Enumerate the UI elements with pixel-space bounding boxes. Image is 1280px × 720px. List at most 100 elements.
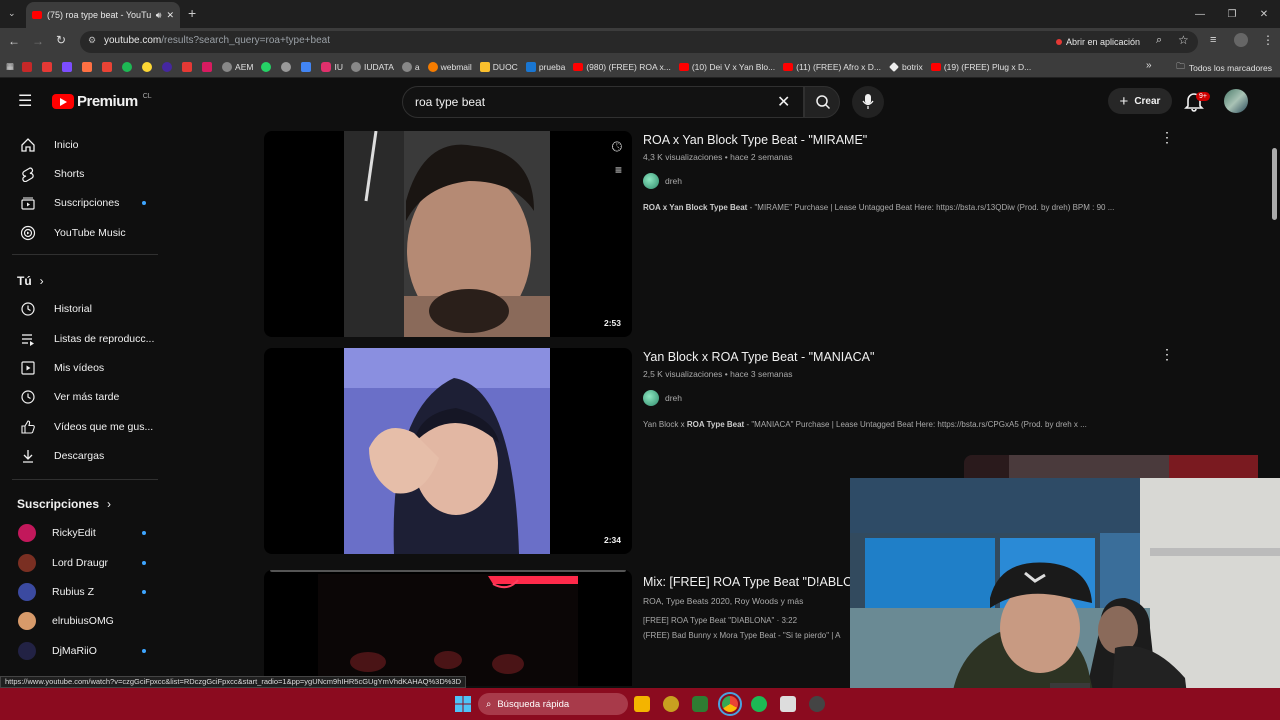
bookmark-iu[interactable]: IU	[321, 61, 343, 72]
add-to-queue-icon[interactable]: ≡	[615, 163, 622, 177]
zoom-icon[interactable]: ⌕	[1156, 34, 1162, 47]
sidebar-sub-lord-draugr[interactable]: Lord Draugr	[12, 549, 158, 577]
search-button[interactable]	[804, 86, 840, 118]
windows-start-icon[interactable]	[455, 696, 471, 712]
bookmark-iudata[interactable]: IUDATA	[350, 61, 394, 72]
sidebar-item-videos-me-gustan[interactable]: Vídeos que me gus...	[12, 413, 158, 441]
mix-thumbnail[interactable]	[264, 570, 632, 686]
gmail-icon[interactable]	[102, 61, 113, 72]
video-title[interactable]: Yan Block x ROA Type Beat - "MANIACA"	[643, 350, 874, 364]
channel-link[interactable]: dreh	[643, 173, 682, 189]
sidebar-item-historial[interactable]: Historial	[12, 295, 158, 323]
sidebar-item-listas[interactable]: Listas de reproducc...	[12, 325, 158, 353]
bookmark-favicon-icon[interactable]	[142, 61, 153, 72]
sidebar-sub-rubius-z[interactable]: Rubius Z	[12, 578, 158, 606]
mix-item[interactable]: (FREE) Bad Bunny x Mora Type Beat - "Si …	[643, 631, 840, 640]
tab-list-icon[interactable]: ⌄	[8, 8, 16, 19]
tab-close-icon[interactable]: ✕	[166, 10, 174, 21]
spotify-icon[interactable]	[122, 61, 133, 72]
close-window-icon[interactable]: ✕	[1248, 0, 1280, 28]
browser-tab[interactable]: (75) roa type beat - YouTube 🔊︎ ✕	[26, 2, 180, 28]
reload-icon[interactable]: ↻	[56, 33, 66, 47]
address-bar[interactable]: ⚙ youtube.com/results?search_query=roa+t…	[80, 31, 1198, 53]
back-icon[interactable]: ←	[8, 34, 20, 48]
more-actions-icon[interactable]: ⋮	[1160, 347, 1174, 363]
bookmark-roa[interactable]: (980) (FREE) ROA x...	[573, 62, 671, 72]
channel-link[interactable]: dreh	[643, 390, 682, 406]
site-info-icon[interactable]: ⚙	[88, 35, 96, 46]
sidebar-sub-djmariio[interactable]: DjMaRiiO	[12, 637, 158, 665]
sidebar-item-inicio[interactable]: Inicio	[12, 131, 158, 159]
bookmark-favicon-icon[interactable]	[62, 61, 73, 72]
watch-later-icon[interactable]: 🕓︎	[612, 139, 622, 155]
sidebar-item-ver-mas-tarde[interactable]: Ver más tarde	[12, 383, 158, 411]
bookmark-plug[interactable]: (19) (FREE) Plug x D...	[930, 62, 1031, 72]
sidebar-item-mis-videos[interactable]: Mis vídeos	[12, 354, 158, 382]
chatgpt-icon[interactable]	[281, 61, 292, 72]
bookmark-favicon-icon[interactable]	[301, 61, 312, 72]
microphone-icon	[862, 94, 874, 109]
app-icon[interactable]	[663, 696, 679, 712]
clear-search-icon[interactable]: ✕	[777, 92, 790, 112]
sidebar-subs-heading[interactable]: Suscripciones ›	[17, 497, 111, 511]
bookmark-dei-v[interactable]: (10) Dei V x Yan Blo...	[678, 62, 775, 72]
speaker-icon[interactable]: 🔊︎	[156, 10, 162, 21]
bookmark-prueba[interactable]: prueba	[525, 61, 565, 72]
bookmark-favicon-icon[interactable]	[162, 61, 173, 72]
voice-search-button[interactable]	[852, 86, 884, 118]
bookmark-favicon-icon[interactable]	[22, 61, 33, 72]
sidebar-item-youtube-music[interactable]: YouTube Music	[12, 219, 158, 247]
channel-avatar	[18, 612, 36, 630]
sidebar-item-suscripciones[interactable]: Suscripciones	[12, 189, 158, 217]
youtube-logo[interactable]: Premium CL	[52, 93, 152, 110]
video-thumbnail[interactable]: 🕓︎ ≡ 2:53	[264, 131, 632, 337]
obs-icon[interactable]	[809, 696, 825, 712]
file-explorer-icon[interactable]	[634, 696, 650, 712]
open-in-app-button[interactable]: Abrir en aplicación	[1050, 34, 1146, 50]
bookmark-webmail[interactable]: webmail	[427, 61, 472, 72]
sidebar-sub-rickyedit[interactable]: RickyEdit	[12, 519, 158, 547]
media-control-icon[interactable]: ≡	[1210, 34, 1216, 46]
more-actions-icon[interactable]: ⋮	[1160, 130, 1174, 146]
thumbnail-image	[318, 574, 578, 686]
minimize-icon[interactable]: —	[1184, 0, 1216, 28]
bookmark-star-icon[interactable]: ☆	[1178, 33, 1189, 47]
bookmark-a[interactable]: a	[401, 61, 420, 72]
bookmark-duoc[interactable]: DUOC	[479, 61, 518, 72]
forward-icon[interactable]: →	[32, 34, 44, 48]
bookmark-favicon-icon[interactable]	[42, 61, 53, 72]
sidebar-item-descargas[interactable]: Descargas	[12, 442, 158, 470]
bookmark-favicon-icon[interactable]	[202, 61, 213, 72]
spotify-icon[interactable]	[751, 696, 767, 712]
new-tab-button[interactable]: +	[188, 5, 196, 21]
video-title[interactable]: ROA x Yan Block Type Beat - "MIRAME"	[643, 133, 867, 147]
maximize-icon[interactable]: ❐	[1216, 0, 1248, 28]
all-bookmarks[interactable]: 🗀 Todos los marcadores	[1176, 61, 1272, 75]
sidebar-item-shorts[interactable]: Shorts	[12, 160, 158, 188]
create-button[interactable]: + Crear	[1108, 88, 1172, 114]
taskbar-search[interactable]: ⌕ Búsqueda rápida	[478, 693, 628, 715]
apps-grid-icon[interactable]: ▦	[6, 61, 14, 72]
bookmark-afro[interactable]: (11) (FREE) Afro x D...	[783, 62, 881, 72]
browser-menu-icon[interactable]: ⋮	[1262, 33, 1274, 47]
hamburger-menu-icon[interactable]: ☰	[18, 91, 32, 111]
sidebar-you-heading[interactable]: Tú ›	[17, 274, 44, 288]
bookmark-favicon-icon[interactable]	[182, 61, 193, 72]
more-bookmarks-icon[interactable]: »	[1146, 60, 1152, 71]
bookmark-botrix[interactable]: botrix	[889, 62, 923, 72]
whatsapp-icon[interactable]	[261, 61, 272, 72]
bookmark-favicon-icon[interactable]	[82, 61, 93, 72]
search-input[interactable]: roa type beat	[415, 95, 485, 109]
profile-icon[interactable]	[1234, 33, 1248, 47]
scrollbar-thumb[interactable]	[1272, 148, 1277, 220]
sidebar-sub-elrubiusomg[interactable]: elrubiusOMG	[12, 607, 158, 635]
app-icon[interactable]	[780, 696, 796, 712]
video-thumbnail[interactable]: 2:34	[264, 348, 632, 554]
mix-item[interactable]: [FREE] ROA Type Beat "DIABLONA" · 3:22	[643, 616, 797, 625]
chrome-icon[interactable]	[718, 692, 742, 716]
bookmark-aem[interactable]: AEM	[222, 61, 253, 72]
account-avatar[interactable]	[1224, 89, 1248, 113]
security-app-icon[interactable]	[692, 696, 708, 712]
video-title[interactable]: Mix: [FREE] ROA Type Beat "D!ABLO	[643, 575, 853, 589]
search-box[interactable]: roa type beat ✕	[402, 86, 804, 118]
